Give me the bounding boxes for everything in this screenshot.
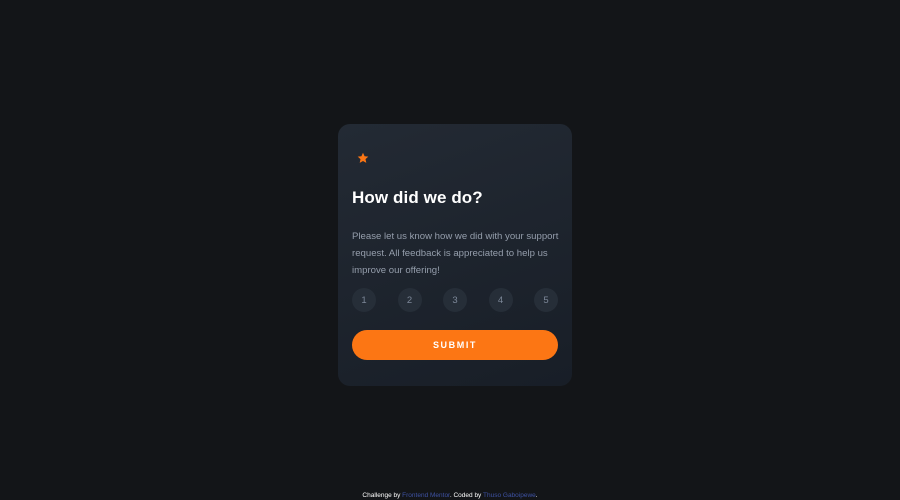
card-description: Please let us know how we did with your … [352,231,559,276]
card-title: How did we do? [352,188,483,207]
submit-button[interactable]: SUBMIT [352,330,558,360]
rating-card: How did we do? Please let us know how we… [338,124,572,386]
coder-link[interactable]: Thuso Gaboipewe [483,492,536,499]
challenge-prefix: Challenge by [362,492,401,499]
rating-button-3[interactable]: 3 [443,288,467,312]
footer-suffix: . [535,492,538,499]
rating-button-5[interactable]: 5 [534,288,558,312]
rating-button-4[interactable]: 4 [488,288,513,312]
rating-button-1[interactable]: 1 [352,288,376,312]
rating-options: 1 2 3 4 5 [352,288,558,312]
rating-button-2[interactable]: 2 [397,288,422,312]
frontend-mentor-link[interactable]: Frontend Mentor [402,492,450,499]
page-root: How did we do? Please let us know how we… [0,0,900,500]
star-icon [352,147,374,169]
coded-prefix: . Coded by [449,492,482,499]
attribution-footer: Challenge by Frontend Mentor. Coded by T… [0,492,900,500]
